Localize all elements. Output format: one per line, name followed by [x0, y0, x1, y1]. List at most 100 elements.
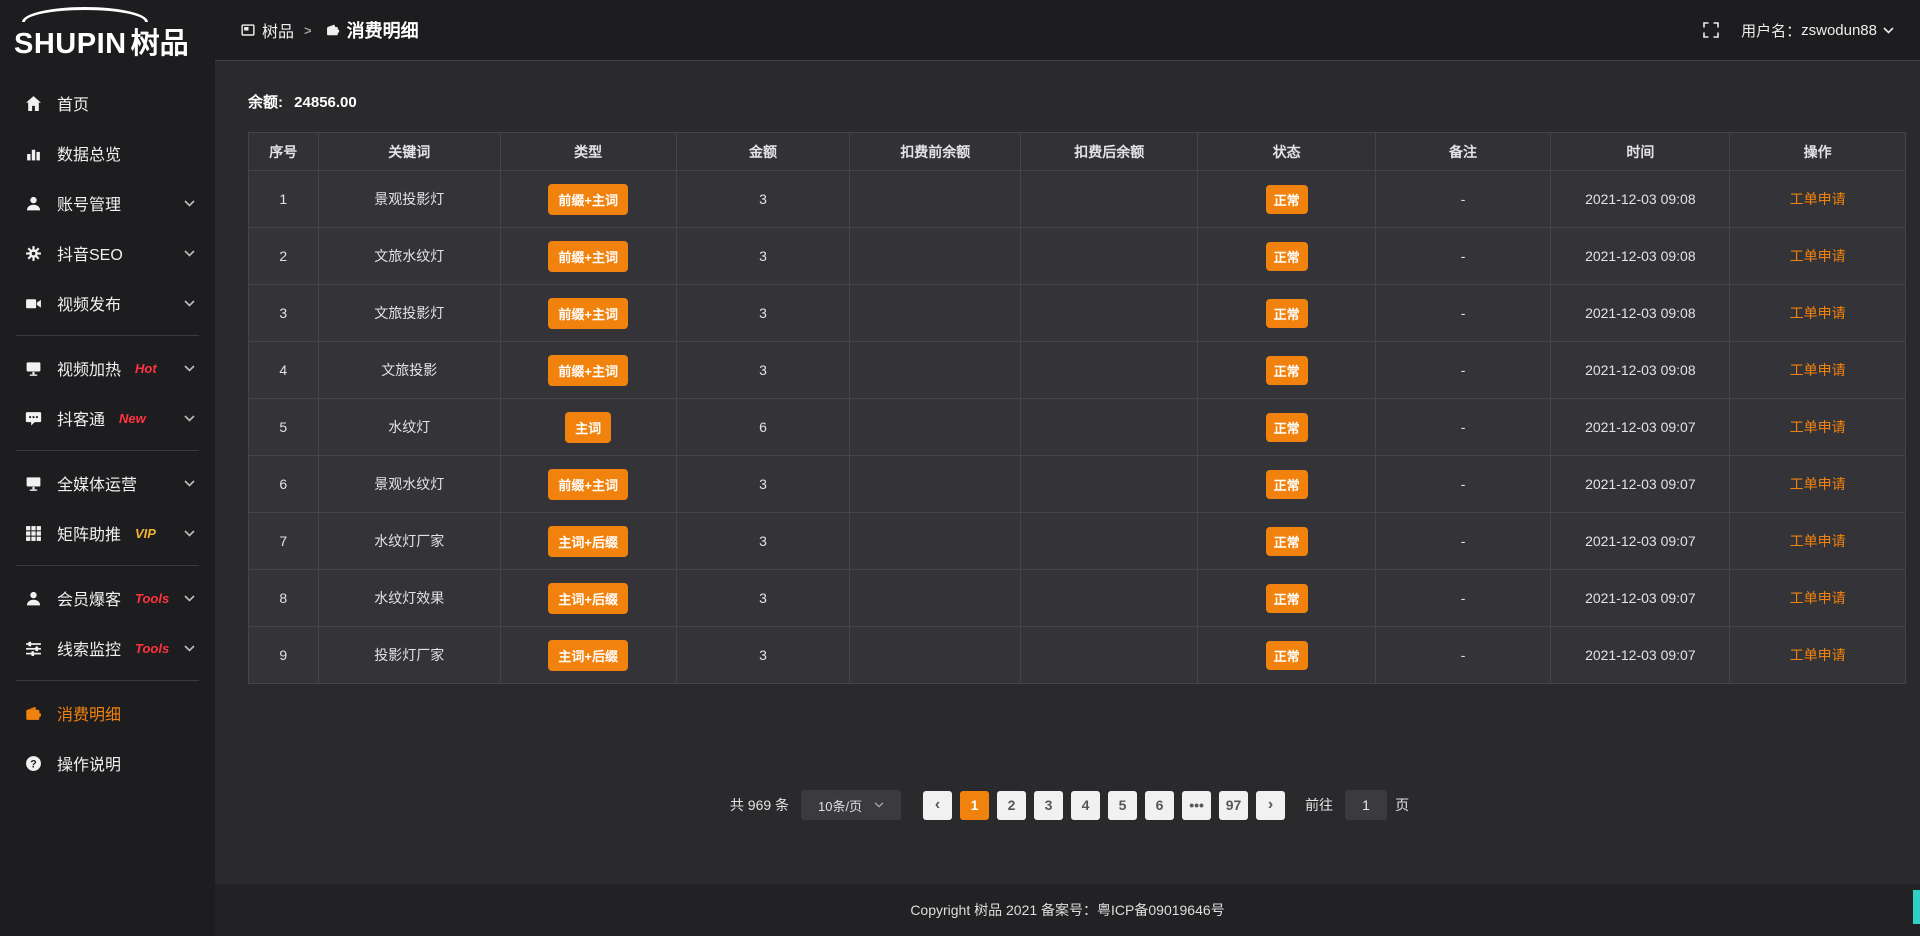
sidebar-item-label: 矩阵助推 — [57, 521, 121, 545]
sidebar-item-视频加热[interactable]: 视频加热Hot — [0, 343, 215, 393]
sidebar-item-label: 消费明细 — [57, 701, 121, 725]
page-button-97[interactable]: 97 — [1219, 791, 1248, 820]
sidebar-item-会员爆客[interactable]: 会员爆客Tools — [0, 573, 215, 623]
cell-post-balance — [1021, 513, 1198, 570]
monitor-icon — [25, 360, 42, 377]
cell-status: 正常 — [1198, 456, 1375, 513]
wallet-icon — [25, 705, 42, 722]
page-button-4[interactable]: 4 — [1071, 791, 1100, 820]
work-order-link[interactable]: 工单申请 — [1790, 191, 1846, 207]
goto-label: 前往 — [1305, 795, 1333, 815]
chevron-down-icon — [184, 365, 195, 372]
status-badge: 正常 — [1266, 470, 1308, 499]
sidebar-item-label: 视频发布 — [57, 291, 121, 315]
cell-amount: 3 — [676, 285, 850, 342]
page-button-6[interactable]: 6 — [1145, 791, 1174, 820]
page-button-2[interactable]: 2 — [997, 791, 1026, 820]
breadcrumb-root[interactable]: 树品 — [262, 18, 294, 42]
cell-type: 主词+后缀 — [500, 513, 676, 570]
work-order-link[interactable]: 工单申请 — [1790, 647, 1846, 663]
sidebar-item-操作说明[interactable]: ?操作说明 — [0, 738, 215, 788]
sidebar-item-label: 抖音SEO — [57, 241, 123, 265]
sidebar-item-抖客通[interactable]: 抖客通New — [0, 393, 215, 443]
cell-post-balance — [1021, 171, 1198, 228]
cell-remark: - — [1375, 399, 1551, 456]
balance: 余额: 24856.00 — [248, 91, 1906, 112]
column-header-关键词: 关键词 — [318, 133, 500, 171]
table-row: 8水纹灯效果主词+后缀3正常-2021-12-03 09:07工单申请 — [249, 570, 1906, 627]
sidebar-divider — [16, 680, 199, 681]
sidebar-item-账号管理[interactable]: 账号管理 — [0, 178, 215, 228]
topbar-right: 用户名： zswodun88 — [1703, 20, 1894, 41]
more-pages-button[interactable]: ••• — [1182, 791, 1211, 820]
chevron-down-icon — [184, 250, 195, 257]
sidebar-item-首页[interactable]: 首页 — [0, 78, 215, 128]
column-header-扣费后余额: 扣费后余额 — [1021, 133, 1198, 171]
work-order-link[interactable]: 工单申请 — [1790, 248, 1846, 264]
work-order-link[interactable]: 工单申请 — [1790, 419, 1846, 435]
work-order-link[interactable]: 工单申请 — [1790, 362, 1846, 378]
status-badge: 正常 — [1266, 242, 1308, 271]
cell-action: 工单申请 — [1730, 456, 1906, 513]
page-button-5[interactable]: 5 — [1108, 791, 1137, 820]
sidebar-item-线索监控[interactable]: 线索监控Tools — [0, 623, 215, 673]
sidebar-item-全媒体运营[interactable]: 全媒体运营 — [0, 458, 215, 508]
cell-status: 正常 — [1198, 513, 1375, 570]
chevron-down-icon — [184, 595, 195, 602]
cell-post-balance — [1021, 627, 1198, 684]
user-icon — [25, 195, 42, 212]
work-order-link[interactable]: 工单申请 — [1790, 476, 1846, 492]
work-order-link[interactable]: 工单申请 — [1790, 590, 1846, 606]
chat-widget-sliver[interactable] — [1913, 890, 1920, 924]
table-row: 5水纹灯主词6正常-2021-12-03 09:07工单申请 — [249, 399, 1906, 456]
chevron-down-icon[interactable] — [1883, 27, 1894, 34]
cell-remark: - — [1375, 285, 1551, 342]
column-header-类型: 类型 — [500, 133, 676, 171]
work-order-link[interactable]: 工单申请 — [1790, 305, 1846, 321]
column-header-金额: 金额 — [676, 133, 850, 171]
table-row: 6景观水纹灯前缀+主词3正常-2021-12-03 09:07工单申请 — [249, 456, 1906, 513]
cell-keyword: 水纹灯厂家 — [318, 513, 500, 570]
table-row: 4文旅投影前缀+主词3正常-2021-12-03 09:08工单申请 — [249, 342, 1906, 399]
sidebar-item-数据总览[interactable]: 数据总览 — [0, 128, 215, 178]
cell-type: 前缀+主词 — [500, 228, 676, 285]
window-icon — [241, 23, 255, 37]
sidebar-item-label: 会员爆客 — [57, 586, 121, 610]
prev-page-button[interactable]: ‹ — [923, 791, 952, 820]
sidebar-item-label: 账号管理 — [57, 191, 121, 215]
logo-arc-icon — [22, 7, 148, 22]
sidebar-item-badge: Hot — [135, 361, 157, 376]
goto-page-input[interactable] — [1345, 790, 1387, 820]
cell-post-balance — [1021, 456, 1198, 513]
page-size-select[interactable]: 10条/页 — [801, 790, 901, 820]
fullscreen-icon[interactable] — [1703, 22, 1719, 38]
chevron-down-icon — [184, 480, 195, 487]
breadcrumb-separator: > — [304, 23, 312, 38]
copyright-text: Copyright 树品 2021 备案号：粤ICP备09019646号 — [910, 900, 1224, 920]
sidebar-item-抖音SEO[interactable]: 抖音SEO — [0, 228, 215, 278]
page-button-3[interactable]: 3 — [1034, 791, 1063, 820]
next-page-button[interactable]: › — [1256, 791, 1285, 820]
cell-action: 工单申请 — [1730, 570, 1906, 627]
type-badge: 主词+后缀 — [548, 583, 628, 614]
page-button-1[interactable]: 1 — [960, 791, 989, 820]
sidebar-item-视频发布[interactable]: 视频发布 — [0, 278, 215, 328]
cell-remark: - — [1375, 171, 1551, 228]
chevron-down-icon — [184, 200, 195, 207]
cell-index: 3 — [249, 285, 319, 342]
table-row: 9投影灯厂家主词+后缀3正常-2021-12-03 09:07工单申请 — [249, 627, 1906, 684]
sidebar-divider — [16, 565, 199, 566]
username-value[interactable]: zswodun88 — [1801, 22, 1877, 39]
page-size-value: 10条/页 — [818, 796, 862, 815]
work-order-link[interactable]: 工单申请 — [1790, 533, 1846, 549]
cell-index: 9 — [249, 627, 319, 684]
cell-status: 正常 — [1198, 171, 1375, 228]
cell-status: 正常 — [1198, 627, 1375, 684]
sidebar-item-矩阵助推[interactable]: 矩阵助推VIP — [0, 508, 215, 558]
status-badge: 正常 — [1266, 641, 1308, 670]
monitor-icon — [25, 475, 42, 492]
sidebar-item-消费明细[interactable]: 消费明细 — [0, 688, 215, 738]
chevron-down-icon — [184, 415, 195, 422]
cell-remark: - — [1375, 342, 1551, 399]
cell-status: 正常 — [1198, 570, 1375, 627]
